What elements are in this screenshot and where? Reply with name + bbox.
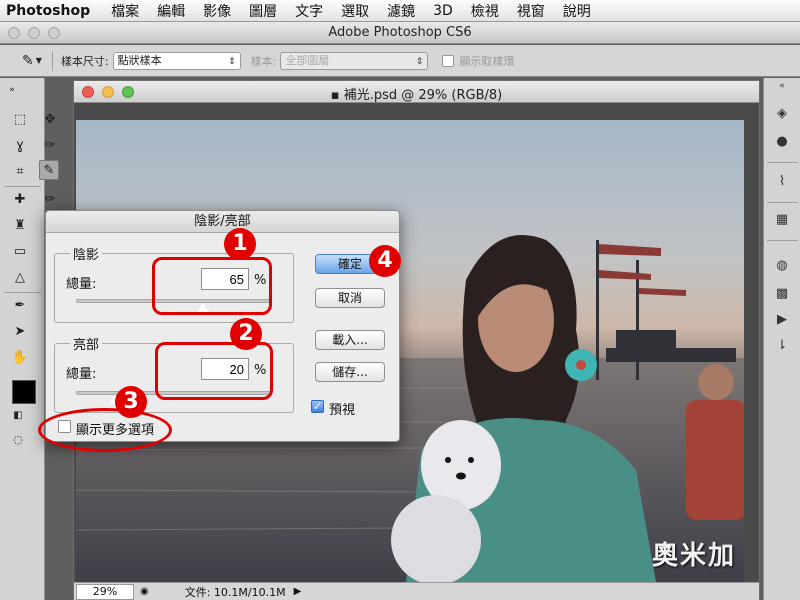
- select-arrows-icon: ⇕: [228, 56, 236, 67]
- layers-panel-icon[interactable]: ◈: [772, 104, 792, 124]
- select-arrows-icon: ⇕: [415, 56, 424, 67]
- channels-panel-icon[interactable]: ●: [772, 132, 792, 152]
- load-button[interactable]: 載入...: [315, 330, 385, 350]
- options-bar: ✎ ▼ 樣本尺寸: 點狀樣本 ⇕ 樣本: 全部圖層 ⇕ 顯示取樣環: [0, 45, 800, 77]
- annotation-ring-shadows: [152, 257, 272, 315]
- watermark: 奧米加: [651, 541, 736, 571]
- menu-bar: Photoshop 檔案 編輯 影像 圖層 文字 選取 濾鏡 3D 檢視 視窗 …: [0, 0, 800, 22]
- shadows-legend: 陰影: [70, 244, 103, 263]
- document-title-text: 補光.psd @ 29% (RGB/8): [343, 88, 503, 103]
- quick-selection-tool-icon[interactable]: ✑: [40, 136, 60, 156]
- app-title-bar: Adobe Photoshop CS6: [0, 22, 800, 44]
- eyedropper-icon[interactable]: ✎: [22, 53, 34, 69]
- zoom-field[interactable]: 29%: [76, 583, 134, 600]
- annotation-badge-2: 2: [230, 318, 262, 350]
- menu-edit[interactable]: 編輯: [148, 1, 194, 21]
- paths-panel-icon[interactable]: ⌇: [772, 172, 792, 192]
- blur-tool-icon[interactable]: △: [10, 268, 30, 288]
- collapse-dock-icon[interactable]: «: [772, 76, 792, 96]
- annotation-ring-show-more: [38, 408, 172, 452]
- menu-help[interactable]: 說明: [554, 1, 600, 21]
- hand-tool-icon[interactable]: ✋: [10, 348, 30, 368]
- sample-size-value: 點狀樣本: [117, 53, 162, 67]
- sample-size-select[interactable]: 點狀樣本 ⇕: [112, 51, 241, 70]
- move-tool-icon[interactable]: ✥: [40, 110, 60, 130]
- app-title: Adobe Photoshop CS6: [328, 25, 472, 40]
- menu-filter[interactable]: 濾鏡: [378, 1, 424, 21]
- toolbox-divider: [4, 292, 41, 293]
- save-button[interactable]: 儲存...: [315, 362, 385, 382]
- sample-layers-value: 全部圖層: [285, 53, 330, 67]
- document-title-bar: ▪ 補光.psd @ 29% (RGB/8): [74, 81, 759, 103]
- psd-file-icon: ▪: [330, 88, 344, 103]
- brush-tool-icon[interactable]: ✏: [40, 190, 60, 210]
- menu-3d[interactable]: 3D: [424, 3, 462, 19]
- sample-layers-select[interactable]: 全部圖層 ⇕: [280, 51, 429, 70]
- menu-file[interactable]: 檔案: [102, 1, 148, 21]
- panel-dock: « ◈ ● ⌇ ▦ ◍ ▩ ▶ ⇂: [763, 78, 800, 600]
- collapse-panel-icon[interactable]: »: [2, 80, 22, 100]
- show-sampling-ring-label: 顯示取樣環: [459, 54, 515, 68]
- annotation-badge-3: 3: [115, 386, 147, 418]
- default-colors-icon[interactable]: ◧: [8, 406, 28, 426]
- tool-preset-chevron-icon[interactable]: ▼: [36, 56, 42, 65]
- sample-label: 樣本:: [250, 54, 277, 68]
- marquee-tool-icon[interactable]: ⬚: [10, 110, 30, 130]
- history-panel-icon[interactable]: ⇂: [772, 336, 792, 356]
- menu-layer[interactable]: 圖層: [240, 1, 286, 21]
- pen-tool-icon[interactable]: ✒: [10, 296, 30, 316]
- actions-panel-icon[interactable]: ▶: [772, 310, 792, 330]
- menu-window[interactable]: 視窗: [508, 1, 554, 21]
- annotation-ring-highlights: [155, 342, 273, 400]
- quick-mask-icon[interactable]: ◌: [8, 430, 28, 450]
- path-selection-tool-icon[interactable]: ➤: [10, 322, 30, 342]
- clone-stamp-tool-icon[interactable]: ♜: [10, 216, 30, 236]
- document-title: ▪ 補光.psd @ 29% (RGB/8): [74, 84, 759, 103]
- dialog-title: 陰影/亮部: [46, 211, 399, 233]
- menu-type[interactable]: 文字: [286, 1, 332, 21]
- dock-divider: [767, 202, 798, 203]
- 3d-panel-icon[interactable]: ▦: [772, 210, 792, 230]
- toolbox: » ⬚ ✥ ɣ ✑ ⌗ ✎ ✚ ✏ ♜ ↺ ▭ ▤ △ ◔ ✒ ➤ ✋ ◧ ◌: [0, 78, 59, 600]
- menu-image[interactable]: 影像: [194, 1, 240, 21]
- status-menu-icon[interactable]: ◉: [140, 586, 149, 597]
- toolbox-divider: [4, 186, 41, 187]
- preview-label: 預視: [329, 403, 356, 418]
- status-arrow-icon[interactable]: ▶: [294, 586, 302, 597]
- foreground-color-swatch[interactable]: [12, 380, 36, 404]
- menu-view[interactable]: 檢視: [462, 1, 508, 21]
- highlights-amount-label: 總量:: [66, 367, 97, 382]
- eraser-tool-icon[interactable]: ▭: [10, 242, 30, 262]
- file-info: 文件: 10.1M/10.1M: [184, 585, 286, 599]
- menu-select[interactable]: 選取: [332, 1, 378, 21]
- crop-tool-icon[interactable]: ⌗: [10, 162, 30, 182]
- preview-checkbox[interactable]: ✓: [311, 400, 324, 413]
- shadows-amount-label: 總量:: [66, 277, 97, 292]
- eyedropper-tool-icon[interactable]: ✎: [39, 160, 59, 180]
- highlights-legend: 亮部: [70, 334, 103, 353]
- lasso-tool-icon[interactable]: ɣ: [10, 136, 30, 156]
- dock-divider: [767, 240, 798, 241]
- swatches-panel-icon[interactable]: ▩: [772, 284, 792, 304]
- cancel-button[interactable]: 取消: [315, 288, 385, 308]
- color-panel-icon[interactable]: ◍: [772, 256, 792, 276]
- annotation-badge-1: 1: [224, 228, 256, 260]
- dock-divider: [767, 162, 798, 163]
- healing-brush-tool-icon[interactable]: ✚: [10, 190, 30, 210]
- annotation-badge-4: 4: [369, 245, 401, 277]
- divider: [51, 50, 53, 71]
- status-bar: 29% ◉ 文件: 10.1M/10.1M ▶: [74, 582, 759, 600]
- app-menu[interactable]: Photoshop: [0, 3, 102, 19]
- sample-size-label: 樣本尺寸:: [60, 54, 109, 68]
- show-sampling-ring-checkbox[interactable]: [442, 54, 455, 67]
- pier: [596, 240, 736, 380]
